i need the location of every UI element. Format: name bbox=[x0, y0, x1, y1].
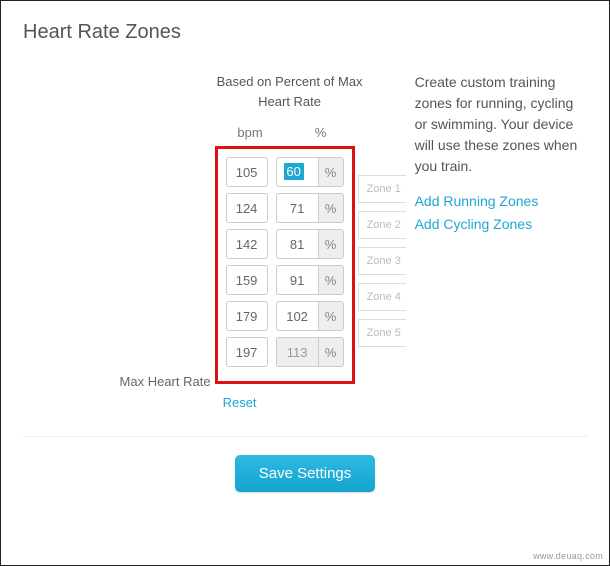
reset-link[interactable]: Reset bbox=[223, 395, 257, 410]
zone-row: 60 % bbox=[226, 157, 344, 187]
percent-input[interactable] bbox=[276, 265, 318, 295]
bpm-input[interactable] bbox=[226, 193, 268, 223]
bpm-input[interactable] bbox=[226, 265, 268, 295]
description-text: Create custom training zones for running… bbox=[415, 72, 587, 177]
divider bbox=[23, 436, 587, 437]
percent-input[interactable] bbox=[276, 229, 318, 259]
add-cycling-zones-link[interactable]: Add Cycling Zones bbox=[415, 214, 587, 235]
zone-row: % bbox=[226, 265, 344, 295]
page-title: Heart Rate Zones bbox=[23, 21, 587, 44]
zone-label: Zone 1 bbox=[358, 175, 406, 203]
max-hr-row: % bbox=[226, 337, 344, 367]
watermark: www.deuaq.com bbox=[533, 551, 603, 561]
percent-symbol: % bbox=[318, 229, 344, 259]
basis-label: Based on Percent of Max Heart Rate bbox=[215, 72, 365, 111]
save-settings-button[interactable]: Save Settings bbox=[235, 455, 376, 492]
zone-label: Zone 4 bbox=[358, 283, 406, 311]
zone-row: % bbox=[226, 301, 344, 331]
zone-row: % bbox=[226, 229, 344, 259]
zone-row: % bbox=[226, 193, 344, 223]
max-hr-percent-input bbox=[276, 337, 318, 367]
header-percent: % bbox=[296, 125, 346, 140]
bpm-input[interactable] bbox=[226, 229, 268, 259]
percent-input[interactable] bbox=[276, 193, 318, 223]
bpm-input[interactable] bbox=[226, 301, 268, 331]
zones-highlight-box: 60 % % bbox=[215, 146, 355, 384]
header-bpm: bpm bbox=[223, 125, 278, 140]
zone-label: Zone 5 bbox=[358, 319, 406, 347]
max-heart-rate-label: Max Heart Rate bbox=[120, 374, 211, 389]
percent-input[interactable] bbox=[276, 301, 318, 331]
percent-symbol: % bbox=[318, 301, 344, 331]
selection-highlight: 60 bbox=[284, 163, 304, 180]
zone-label: Zone 2 bbox=[358, 211, 406, 239]
percent-symbol: % bbox=[318, 265, 344, 295]
percent-symbol: % bbox=[318, 337, 344, 367]
max-hr-bpm-input[interactable] bbox=[226, 337, 268, 367]
zone-label: Zone 3 bbox=[358, 247, 406, 275]
percent-symbol: % bbox=[318, 157, 344, 187]
bpm-input[interactable] bbox=[226, 157, 268, 187]
percent-symbol: % bbox=[318, 193, 344, 223]
add-running-zones-link[interactable]: Add Running Zones bbox=[415, 191, 587, 212]
